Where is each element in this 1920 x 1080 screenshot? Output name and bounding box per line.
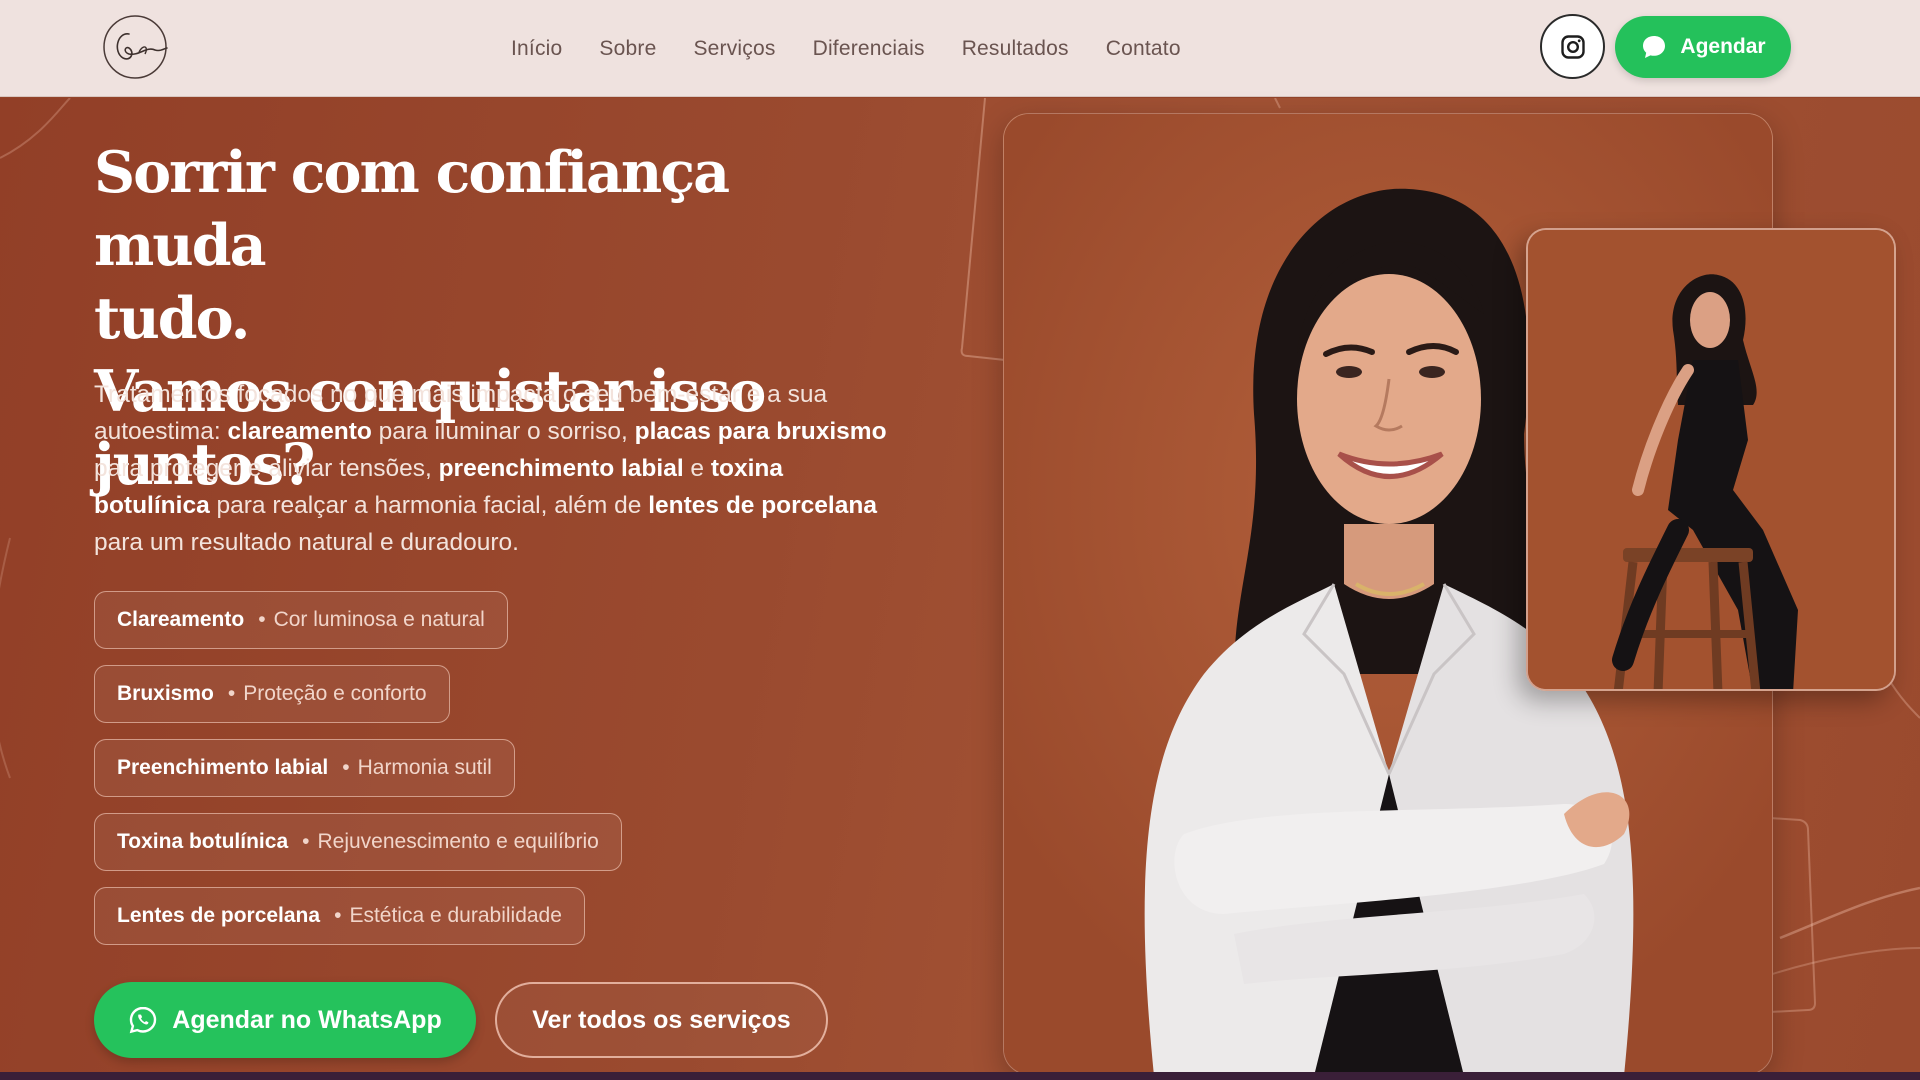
service-desc: Proteção e conforto (243, 682, 427, 705)
service-name: Toxina botulínica (117, 830, 289, 853)
nav-sobre[interactable]: Sobre (599, 37, 656, 61)
service-desc: Estética e durabilidade (349, 904, 562, 927)
intro-highlight: clareamento (227, 418, 372, 445)
agendar-label: Agendar (1680, 35, 1766, 58)
chat-bubble-icon (1643, 36, 1666, 58)
bullet-separator: • (302, 830, 310, 853)
intro-text: para realçar a harmonia facial, além de (209, 492, 649, 519)
intro-highlight: lentes de porcelana (648, 492, 877, 519)
intro-text: para iluminar o sorriso, (371, 418, 635, 445)
service-name: Bruxismo (117, 682, 214, 705)
bullet-separator: • (334, 904, 342, 927)
intro-text: para um resultado natural e duradouro. (94, 529, 519, 556)
nav-servicos[interactable]: Serviços (693, 37, 775, 61)
nav-diferenciais[interactable]: Diferenciais (813, 37, 925, 61)
intro-highlight: placas para bruxismo (634, 418, 887, 445)
nav-resultados[interactable]: Resultados (962, 37, 1069, 61)
service-pill-clareamento[interactable]: Clareamento • Cor luminosa e natural (94, 591, 508, 649)
headline-line-1: Sorrir com confiança muda (94, 139, 730, 279)
service-pill-bruxismo[interactable]: Bruxismo • Proteção e conforto (94, 665, 450, 723)
service-pill-preenchimento[interactable]: Preenchimento labial • Harmonia sutil (94, 739, 515, 797)
site-header: Início Sobre Serviços Diferenciais Resul… (0, 0, 1920, 97)
bullet-separator: • (227, 682, 236, 705)
whatsapp-cta-button[interactable]: Agendar no WhatsApp (94, 982, 476, 1058)
instagram-icon (1560, 34, 1585, 59)
all-services-button[interactable]: Ver todos os serviços (495, 982, 828, 1058)
service-name: Clareamento (117, 608, 245, 631)
dentist-seated-photo (1526, 228, 1896, 691)
instagram-button[interactable] (1540, 14, 1605, 79)
main-nav: Início Sobre Serviços Diferenciais Resul… (511, 0, 1181, 97)
whatsapp-icon (129, 1006, 157, 1034)
headline-line-2: tudo. (94, 285, 251, 352)
bullet-separator: • (258, 608, 266, 631)
whatsapp-cta-label: Agendar no WhatsApp (172, 1005, 442, 1034)
service-desc: Harmonia sutil (357, 756, 492, 779)
bullet-separator: • (342, 756, 350, 779)
signature-monogram-logo[interactable] (99, 12, 173, 82)
service-desc: Cor luminosa e natural (273, 608, 485, 631)
service-pill-toxina[interactable]: Toxina botulínica • Rejuvenescimento e e… (94, 813, 622, 871)
agendar-button[interactable]: Agendar (1615, 16, 1791, 78)
intro-text: e (683, 455, 711, 482)
service-name: Lentes de porcelana (117, 904, 321, 927)
seated-illustration (1528, 230, 1894, 689)
bottom-edge-strip (0, 1072, 1920, 1080)
service-desc: Rejuvenescimento e equilíbrio (317, 830, 599, 853)
service-pill-lentes[interactable]: Lentes de porcelana • Estética e durabil… (94, 887, 585, 945)
intro-text: para proteger e aliviar tensões, (94, 455, 439, 482)
intro-highlight: preenchimento labial (438, 455, 684, 482)
service-name: Preenchimento labial (117, 756, 329, 779)
hero-intro-paragraph: Tratamentos focados no que mais impacta … (94, 376, 894, 561)
all-services-label: Ver todos os serviços (532, 1005, 791, 1034)
nav-inicio[interactable]: Início (511, 37, 562, 61)
nav-contato[interactable]: Contato (1106, 37, 1181, 61)
